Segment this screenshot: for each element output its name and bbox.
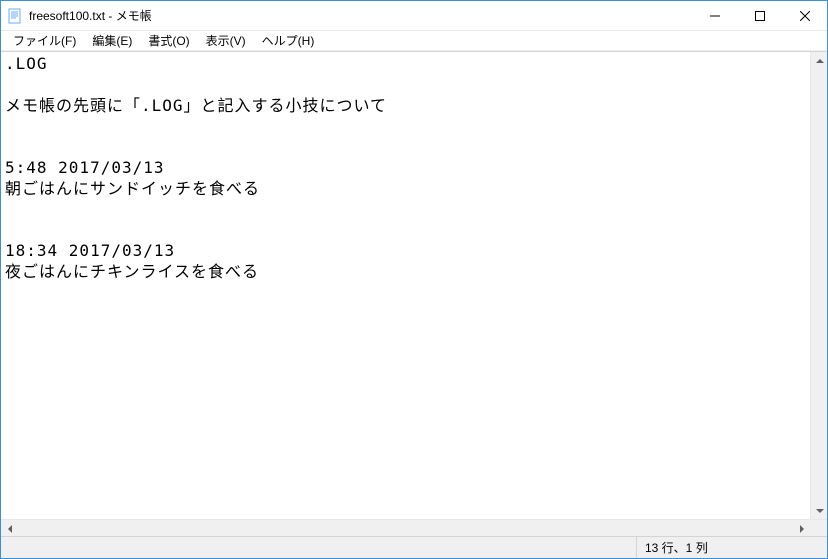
titlebar: freesoft100.txt - メモ帳: [1, 1, 827, 31]
scroll-down-arrow-icon[interactable]: [811, 502, 827, 519]
scroll-right-arrow-icon[interactable]: [793, 520, 810, 536]
menu-edit[interactable]: 編集(E): [84, 30, 140, 51]
content-wrapper: .LOG メモ帳の先頭に「.LOG」と記入する小技について 5:48 2017/…: [1, 51, 827, 536]
close-button[interactable]: [782, 1, 827, 30]
notepad-icon: [7, 8, 23, 24]
menu-file[interactable]: ファイル(F): [5, 30, 84, 51]
menu-view[interactable]: 表示(V): [198, 30, 254, 51]
text-area-container: .LOG メモ帳の先頭に「.LOG」と記入する小技について 5:48 2017/…: [1, 52, 827, 519]
menubar: ファイル(F) 編集(E) 書式(O) 表示(V) ヘルプ(H): [1, 31, 827, 51]
menu-format[interactable]: 書式(O): [140, 30, 197, 51]
cursor-position: 13 行、1 列: [637, 537, 827, 558]
text-editor[interactable]: .LOG メモ帳の先頭に「.LOG」と記入する小技について 5:48 2017/…: [1, 52, 810, 519]
scroll-up-arrow-icon[interactable]: [811, 52, 827, 69]
window-title: freesoft100.txt - メモ帳: [29, 7, 692, 24]
maximize-button[interactable]: [737, 1, 782, 30]
statusbar: 13 行、1 列: [1, 536, 827, 558]
horizontal-scrollbar-row: [1, 519, 827, 536]
vertical-scrollbar[interactable]: [810, 52, 827, 519]
horizontal-scrollbar[interactable]: [1, 520, 810, 536]
window-controls: [692, 1, 827, 30]
scroll-corner: [810, 520, 827, 536]
menu-help[interactable]: ヘルプ(H): [254, 30, 323, 51]
hscroll-track[interactable]: [18, 520, 793, 536]
status-spacer: [1, 537, 637, 558]
minimize-button[interactable]: [692, 1, 737, 30]
scroll-left-arrow-icon[interactable]: [1, 520, 18, 536]
